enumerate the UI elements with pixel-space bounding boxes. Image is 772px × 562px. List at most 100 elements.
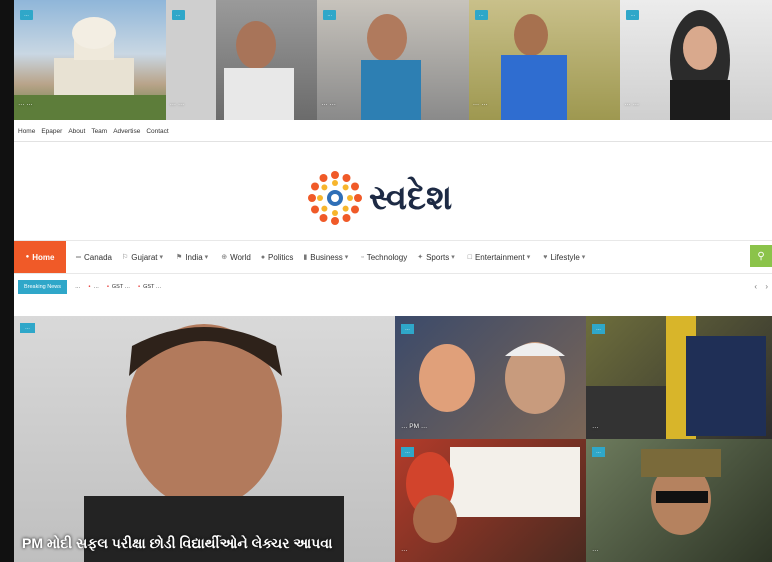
site-logo[interactable]: સ્વદેશ: [307, 168, 507, 228]
chevron-down-icon: ▾: [344, 254, 349, 261]
chevron-down-icon: ▾: [581, 254, 586, 261]
search-icon: ⚲: [757, 250, 765, 262]
slide-2[interactable]: … … …: [165, 0, 318, 120]
slide-badge[interactable]: …: [323, 10, 337, 20]
story-caption[interactable]: …: [592, 423, 766, 432]
top-menu: Home Epaper About Team Advertise Contact: [14, 121, 772, 142]
top-slider: … … … … … … … … … … … … … … …: [14, 0, 772, 120]
nav-item-label: Politics: [268, 252, 294, 262]
person-image: [419, 342, 565, 414]
story-badge[interactable]: …: [592, 324, 605, 334]
nav-home-label: Home: [32, 252, 55, 262]
nav-item-sports[interactable]: ✦ Sports ▾: [417, 253, 458, 262]
slide-caption[interactable]: … …: [624, 100, 768, 108]
ticker-text: GST …: [143, 284, 162, 290]
ticker-text: …: [75, 284, 81, 290]
nav-item-entertainment[interactable]: □ Entertainment ▾: [468, 253, 534, 262]
story-caption[interactable]: …: [592, 546, 766, 555]
bullet-icon: •: [138, 284, 141, 290]
featured-big-story[interactable]: … PM મોદી સફલ પરીક્ષા છોડી વિદ્યાર્થીઓને…: [14, 316, 395, 562]
nav-item-technology[interactable]: ▫ Technology: [361, 253, 407, 262]
top-menu-team[interactable]: Team: [91, 128, 107, 135]
slide-badge[interactable]: …: [474, 10, 488, 20]
protest-image: [406, 447, 580, 543]
featured-headline[interactable]: PM મોદી સફલ પરીક્ષા છોડી વિદ્યાર્થીઓને લ…: [22, 535, 387, 552]
top-menu-contact[interactable]: Contact: [146, 128, 168, 135]
nav-item-lifestyle[interactable]: ♥ Lifestyle ▾: [543, 253, 588, 262]
breaking-label: Breaking News: [18, 280, 67, 294]
nav-item-canada[interactable]: ═ Canada: [76, 253, 112, 262]
ticker-arrows: ‹ ›: [754, 282, 768, 291]
chevron-left-icon[interactable]: ‹: [754, 282, 757, 291]
top-menu-epaper[interactable]: Epaper: [41, 128, 62, 135]
nav-item-label: Lifestyle: [550, 252, 580, 262]
flower-logo-icon: [308, 171, 362, 225]
ticker-item[interactable]: • GST …: [138, 284, 161, 290]
story-badge[interactable]: …: [592, 447, 605, 457]
slide-3[interactable]: … … …: [317, 0, 469, 120]
officer-image: [641, 449, 721, 535]
story-tile[interactable]: … …: [586, 316, 772, 439]
nav-item-label: World: [230, 252, 251, 262]
person-image: [84, 324, 344, 562]
nav-item-world[interactable]: ⊕ World: [221, 253, 251, 262]
ticker-item[interactable]: •…: [89, 284, 99, 290]
chevron-down-icon: ▾: [204, 254, 209, 261]
story-caption[interactable]: … PM …: [401, 423, 580, 432]
police-image: [586, 316, 766, 439]
globe-icon: ⊕: [221, 254, 228, 261]
nav-home[interactable]: ● Home: [14, 241, 66, 273]
logo-text: સ્વદેશ: [369, 178, 453, 218]
story-badge[interactable]: …: [401, 447, 414, 457]
nav-item-label: Entertainment: [474, 252, 525, 262]
ticker-text: GST …: [111, 284, 131, 290]
slide-caption[interactable]: … …: [170, 100, 314, 108]
ticker-text: …: [93, 284, 99, 290]
top-menu-about[interactable]: About: [68, 128, 85, 135]
chevron-down-icon: ▾: [159, 254, 164, 261]
story-tile[interactable]: … …: [586, 439, 772, 562]
top-menu-advertise[interactable]: Advertise: [113, 128, 140, 135]
top-menu-home[interactable]: Home: [18, 128, 35, 135]
bullet-icon: •: [88, 284, 91, 290]
ticker-item[interactable]: …: [75, 284, 81, 290]
ticker-item[interactable]: • GST …: [107, 284, 130, 290]
nav-item-label: Gujarat: [131, 252, 158, 262]
slide-caption[interactable]: … …: [18, 100, 162, 108]
featured-grid: … PM મોદી સફલ પરીક્ષા છોડી વિદ્યાર્થીઓને…: [14, 316, 772, 562]
nav-item-india[interactable]: ⚑ India ▾: [176, 253, 211, 262]
trophy-icon: ✦: [417, 254, 424, 261]
nav-item-label: India: [185, 252, 203, 262]
main-nav: ● Home ═ Canada ⚐ Gujarat ▾ ⚑ India ▾ ⊕ World …: [14, 240, 772, 274]
story-tile[interactable]: … … PM …: [395, 316, 586, 439]
slide-5[interactable]: … … …: [620, 0, 772, 120]
slide-1[interactable]: … … …: [14, 0, 166, 120]
chevron-down-icon: ▾: [451, 254, 455, 261]
nav-item-gujarat[interactable]: ⚐ Gujarat ▾: [122, 253, 166, 262]
slide-badge[interactable]: …: [626, 10, 640, 20]
story-badge[interactable]: …: [20, 323, 35, 333]
chip-icon: ▫: [361, 253, 364, 261]
breaking-ticker: Breaking News … •… • GST … • GST … ‹ ›: [18, 277, 772, 297]
search-button[interactable]: ⚲: [750, 245, 772, 267]
nav-item-label: Business: [310, 252, 343, 262]
story-badge[interactable]: …: [401, 324, 414, 334]
home-dot-icon: ●: [25, 254, 30, 260]
screen-icon: □: [467, 253, 472, 261]
slide-4[interactable]: … … …: [468, 0, 621, 120]
flag-icon: ⚑: [176, 254, 183, 261]
nav-item-label: Sports: [426, 252, 450, 262]
slide-badge[interactable]: …: [171, 10, 185, 20]
nav-item-business[interactable]: ▮ Business ▾: [303, 253, 351, 262]
slide-badge[interactable]: …: [20, 10, 33, 20]
flag-icon: ⚐: [122, 254, 129, 261]
chart-icon: ▮: [303, 254, 308, 261]
slide-caption[interactable]: … …: [473, 100, 617, 108]
nav-item-politics[interactable]: ● Politics: [261, 253, 294, 262]
bullet-icon: •: [106, 284, 109, 290]
story-caption[interactable]: …: [401, 546, 580, 555]
chevron-right-icon[interactable]: ›: [765, 282, 768, 291]
nav-item-label: Technology: [366, 252, 408, 262]
story-tile[interactable]: … …: [395, 439, 586, 562]
slide-caption[interactable]: … …: [321, 100, 465, 108]
